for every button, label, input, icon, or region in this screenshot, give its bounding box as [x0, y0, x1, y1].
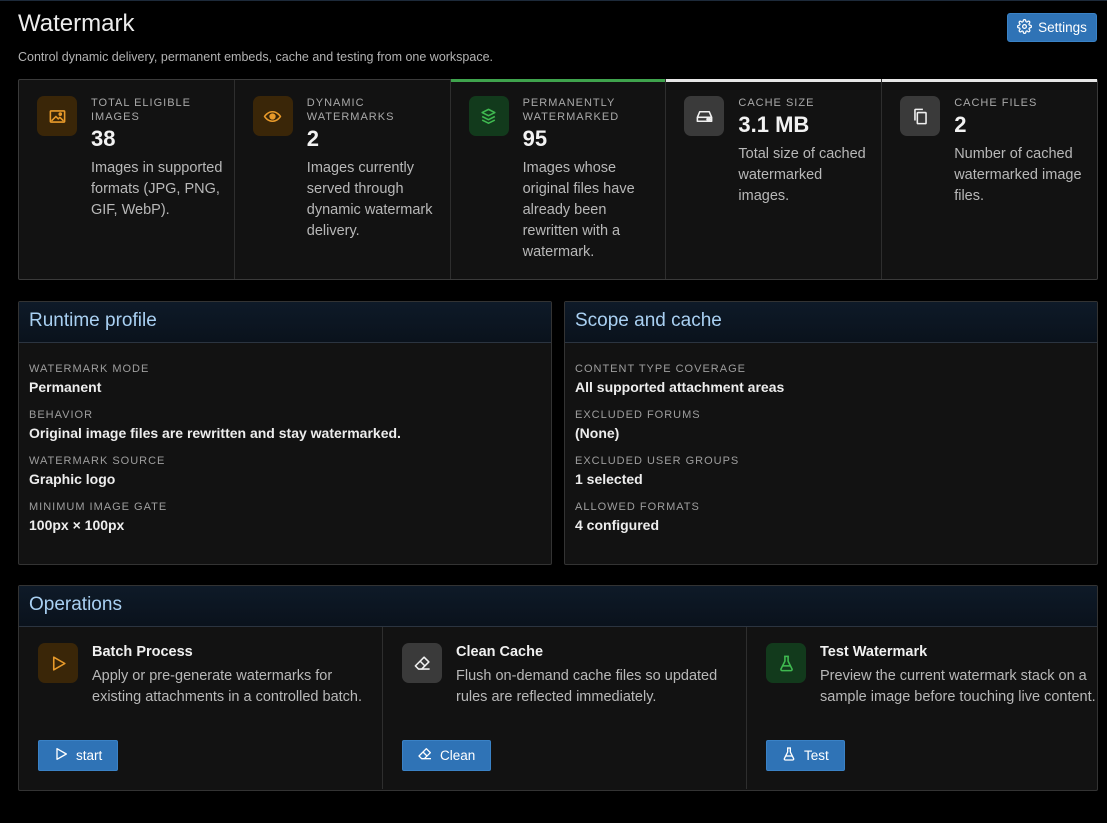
kv-behavior: BEHAVIOR Original image files are rewrit… — [29, 409, 541, 442]
stat-cache-size: CACHE SIZE 3.1 MB Total size of cached w… — [666, 79, 883, 279]
stat-description: Images in supported formats (JPG, PNG, G… — [91, 160, 223, 218]
operation-clean-cache: Clean Cache Flush on-demand cache files … — [383, 627, 747, 789]
page-description: Control dynamic delivery, permanent embe… — [18, 50, 494, 64]
operation-test-watermark: Test Watermark Preview the current water… — [747, 627, 1107, 789]
play-icon — [38, 643, 78, 683]
kv-key: ALLOWED FORMATS — [575, 501, 700, 513]
kv-watermark-source: WATERMARK SOURCE Graphic logo — [29, 455, 541, 488]
kv-value: 4 configured — [575, 517, 660, 533]
accent-bar — [666, 79, 882, 82]
kv-key: CONTENT TYPE COVERAGE — [575, 363, 746, 375]
operation-title: Test Watermark — [820, 644, 928, 660]
kv-allowed-formats: ALLOWED FORMATS 4 configured — [575, 501, 1087, 534]
stats-panel: TOTAL ELIGIBLE IMAGES 38 Images in suppo… — [18, 79, 1098, 280]
kv-key: MINIMUM IMAGE GATE — [29, 501, 168, 513]
runtime-profile-panel: Runtime profile WATERMARK MODE Permanent… — [18, 301, 552, 565]
kv-value: All supported attachment areas — [575, 379, 785, 395]
stat-value: 3.1 MB — [738, 112, 810, 137]
flask-icon — [781, 746, 797, 765]
operation-description: Flush on-demand cache files so updated r… — [456, 668, 718, 705]
stat-label: CACHE FILES — [954, 97, 1038, 109]
stat-label: CACHE SIZE — [738, 97, 815, 109]
kv-watermark-mode: WATERMARK MODE Permanent — [29, 363, 541, 396]
stat-value: 2 — [954, 112, 967, 137]
operation-batch-process: Batch Process Apply or pre-generate wate… — [19, 627, 383, 789]
eraser-icon — [417, 746, 433, 765]
stat-permanently-watermarked: PERMANENTLY WATERMARKED 95 Images whose … — [450, 79, 667, 279]
kv-excluded-user-groups: EXCLUDED USER GROUPS 1 selected — [575, 455, 1087, 488]
image-icon — [37, 96, 77, 136]
stat-label: PERMANENTLY WATERMARKED — [522, 97, 620, 123]
test-button[interactable]: Test — [766, 740, 845, 771]
flask-icon — [766, 643, 806, 683]
panel-title: Scope and cache — [565, 302, 1097, 343]
kv-value: Permanent — [29, 379, 102, 395]
kv-key: EXCLUDED FORUMS — [575, 409, 701, 421]
operation-description: Preview the current watermark stack on a… — [820, 668, 1096, 705]
stat-description: Total size of cached watermarked images. — [738, 146, 866, 204]
start-button-label: start — [76, 748, 103, 763]
panel-title: Operations — [19, 586, 1097, 627]
files-icon — [900, 96, 941, 136]
clean-button-label: Clean — [440, 748, 476, 763]
operations-panel: Operations Batch Process Apply or pre-ge… — [18, 585, 1098, 791]
kv-value: Original image files are rewritten and s… — [29, 425, 401, 441]
top-border — [0, 0, 1107, 1]
stat-value: 2 — [306, 126, 320, 151]
kv-key: BEHAVIOR — [29, 409, 94, 421]
clean-button[interactable]: Clean — [402, 740, 492, 771]
stat-description: Images whose original files have already… — [522, 160, 635, 260]
settings-button[interactable]: Settings — [1007, 13, 1097, 42]
stat-description: Number of cached watermarked image files… — [954, 146, 1082, 204]
operation-description: Apply or pre-generate watermarks for exi… — [92, 668, 363, 705]
stat-value: 95 — [522, 126, 548, 151]
layers-icon — [468, 96, 509, 136]
accent-bar — [882, 79, 1097, 82]
kv-excluded-forums: EXCLUDED FORUMS (None) — [575, 409, 1087, 442]
stat-label: TOTAL ELIGIBLE IMAGES — [91, 97, 191, 123]
stat-dynamic-watermarks: DYNAMIC WATERMARKS 2 Images currently se… — [235, 80, 451, 279]
kv-minimum-image-gate: MINIMUM IMAGE GATE 100px × 100px — [29, 501, 541, 534]
eraser-icon — [402, 643, 442, 683]
kv-value: 1 selected — [575, 471, 643, 487]
kv-key: WATERMARK MODE — [29, 363, 150, 375]
play-icon — [53, 746, 69, 765]
stat-description: Images currently served through dynamic … — [306, 160, 433, 239]
kv-value: (None) — [575, 425, 620, 441]
stat-cache-files: CACHE FILES 2 Number of cached watermark… — [882, 79, 1097, 279]
test-button-label: Test — [804, 748, 829, 763]
hard-drive-icon — [684, 96, 725, 136]
stat-total-eligible-images: TOTAL ELIGIBLE IMAGES 38 Images in suppo… — [19, 80, 235, 279]
page-title: Watermark — [18, 10, 135, 37]
kv-key: EXCLUDED USER GROUPS — [575, 455, 740, 467]
kv-value: 100px × 100px — [29, 517, 125, 533]
gear-icon — [1017, 18, 1033, 37]
panel-title: Runtime profile — [19, 302, 551, 343]
stat-label: DYNAMIC WATERMARKS — [306, 97, 395, 123]
scope-and-cache-panel: Scope and cache CONTENT TYPE COVERAGE Al… — [564, 301, 1098, 565]
accent-bar — [450, 79, 666, 82]
kv-value: Graphic logo — [29, 471, 116, 487]
start-button[interactable]: start — [38, 740, 119, 771]
operation-title: Clean Cache — [456, 644, 544, 660]
eye-icon — [252, 96, 293, 136]
settings-button-label: Settings — [1038, 20, 1087, 35]
kv-key: WATERMARK SOURCE — [29, 455, 166, 467]
stat-value: 38 — [91, 126, 116, 151]
operation-title: Batch Process — [92, 644, 193, 660]
kv-content-type-coverage: CONTENT TYPE COVERAGE All supported atta… — [575, 363, 1087, 396]
